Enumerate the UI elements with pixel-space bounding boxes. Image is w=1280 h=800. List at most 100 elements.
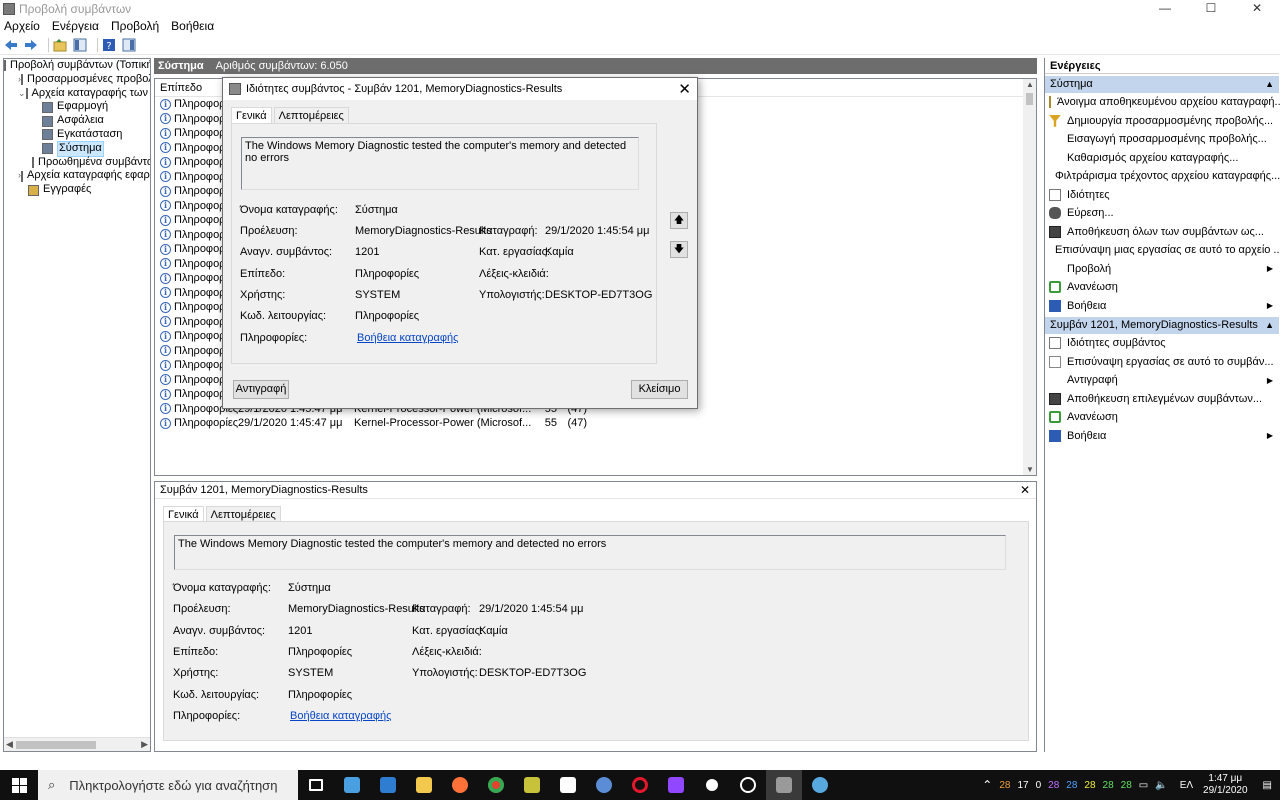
tree-item[interactable]: › Αρχεία καταγραφής εφαρμ (4, 169, 150, 183)
tray-number-1[interactable]: 28 (999, 780, 1010, 791)
close-button[interactable]: Κλείσιμο (631, 380, 688, 399)
back-arrow-icon[interactable] (4, 38, 18, 52)
maximize-button[interactable]: ☐ (1188, 0, 1234, 17)
actions-section-log[interactable]: Σύστημα ▲ (1045, 76, 1279, 93)
collapse-icon[interactable]: ▲ (1265, 76, 1274, 93)
forward-arrow-icon[interactable] (24, 38, 38, 52)
dialog-tab-general[interactable]: Γενικά (231, 107, 272, 124)
menu-help[interactable]: Βοήθεια (171, 19, 214, 33)
tree-item[interactable]: Εγγραφές (4, 183, 150, 197)
tray-chevron-icon[interactable]: ⌃ (982, 778, 992, 792)
opera-icon[interactable] (622, 770, 658, 800)
event-properties-icon (229, 83, 241, 95)
action-item[interactable]: Ανανέωση (1045, 278, 1279, 297)
event-level: Πληροφορί (174, 330, 228, 343)
event-log-help-link[interactable]: Βοήθεια καταγραφής (290, 710, 391, 722)
action-item[interactable]: Επισύναψη μιας εργασίας σε αυτό το αρχεί… (1045, 241, 1280, 260)
speedometer-icon[interactable] (730, 770, 766, 800)
dialog-log-name-value: Σύστημα (355, 204, 398, 216)
tree-item[interactable]: ⌄ Αρχεία καταγραφής των Wi (4, 87, 150, 101)
menu-action[interactable]: Ενέργεια (52, 19, 99, 33)
dialog-tab-details[interactable]: Λεπτομέρειες (273, 107, 349, 124)
brightness-icon[interactable] (694, 770, 730, 800)
action-item[interactable]: Επισύναψη εργασίας σε αυτό το συμβάν... (1045, 353, 1279, 372)
previous-event-button[interactable]: 🡅 (670, 212, 688, 229)
action-item[interactable]: Ιδιότητες (1045, 186, 1279, 205)
event-row[interactable]: iΠληροφορίες29/1/2020 1:45:47 μμ Kernel-P… (155, 416, 1036, 431)
language-indicator[interactable]: ΕΛ (1180, 780, 1193, 791)
dialog-event-log-help-link[interactable]: Βοήθεια καταγραφής (357, 332, 458, 344)
up-folder-icon[interactable] (53, 38, 67, 52)
tray-number-4[interactable]: 28 (1048, 780, 1059, 791)
qbittorrent-icon[interactable] (586, 770, 622, 800)
tray-number-8[interactable]: 28 (1121, 780, 1132, 791)
action-item[interactable]: Εύρεση... (1045, 204, 1279, 223)
twitch-icon[interactable] (658, 770, 694, 800)
action-item[interactable]: Βοήθεια ▶ (1045, 297, 1279, 316)
store-app-icon[interactable] (370, 770, 406, 800)
minimize-button[interactable]: — (1142, 0, 1188, 17)
tree-item[interactable]: Προβολή συμβάντων (Τοπική) (4, 59, 150, 73)
copy-button[interactable]: Αντιγραφή (233, 380, 289, 399)
next-event-button[interactable]: 🡇 (670, 241, 688, 258)
tree-item[interactable]: Εφαρμογή (4, 100, 150, 114)
tree-horizontal-scrollbar[interactable]: ◀ ▶ (4, 737, 150, 751)
tray-number-7[interactable]: 28 (1103, 780, 1114, 791)
show-hide-action-pane-icon[interactable] (122, 38, 136, 52)
action-item[interactable]: Ιδιότητες συμβάντος (1045, 334, 1279, 353)
dialog-close-icon[interactable]: ✕ (678, 80, 691, 98)
tree-item[interactable]: Σύστημα (4, 140, 150, 157)
action-item[interactable]: Ανανέωση (1045, 408, 1279, 427)
action-item[interactable]: Φιλτράρισμα τρέχοντος αρχείου καταγραφής… (1045, 167, 1280, 186)
chrome-icon[interactable] (478, 770, 514, 800)
tray-number-3[interactable]: 0 (1036, 780, 1042, 791)
dialog-level-value: Πληροφορίες (355, 268, 420, 280)
task-view-icon[interactable] (298, 770, 334, 800)
preview-close-icon[interactable]: ✕ (1020, 483, 1030, 497)
action-item[interactable]: Βοήθεια ▶ (1045, 427, 1279, 446)
action-item[interactable]: Αποθήκευση όλων των συμβάντων ως... (1045, 223, 1279, 242)
close-window-button[interactable]: ✕ (1234, 0, 1280, 17)
event-viewer-taskbar-icon[interactable] (766, 770, 802, 800)
actions-section-event[interactable]: Συμβάν 1201, MemoryDiagnostics-Results ▲ (1045, 317, 1279, 334)
action-item[interactable]: Εισαγωγή προσαρμοσμένης προβολής... (1045, 130, 1279, 149)
action-item[interactable]: Καθαρισμός αρχείου καταγραφής... (1045, 149, 1279, 168)
action-item[interactable]: Δημιουργία προσαρμοσμένης προβολής... (1045, 112, 1279, 131)
desktop-app-icon[interactable] (334, 770, 370, 800)
media-app-icon[interactable] (514, 770, 550, 800)
file-explorer-icon[interactable] (406, 770, 442, 800)
start-button[interactable] (0, 770, 38, 800)
action-item[interactable]: Αποθήκευση επιλεγμένων συμβάντων... (1045, 390, 1279, 409)
menu-file[interactable]: Αρχείο (4, 19, 40, 33)
computer-value: DESKTOP-ED7T3OG (479, 667, 587, 679)
action-item[interactable]: Άνοιγμα αποθηκευμένου αρχείου καταγραφή.… (1045, 93, 1280, 112)
firefox-icon[interactable] (442, 770, 478, 800)
taskbar-search[interactable]: ⌕ Πληκτρολογήστε εδώ για αναζήτηση (38, 770, 298, 800)
show-hide-tree-icon[interactable] (73, 38, 87, 52)
tree-item[interactable]: › Προσαρμοσμένες προβολές (4, 73, 150, 87)
tray-number-6[interactable]: 28 (1084, 780, 1095, 791)
network-icon[interactable]: ▭ (1139, 780, 1148, 791)
tray-number-5[interactable]: 28 (1066, 780, 1077, 791)
event-level: Πληροφορί (174, 344, 228, 357)
tree-item[interactable]: Εγκατάσταση (4, 128, 150, 142)
action-item[interactable]: Αντιγραφή ▶ (1045, 371, 1279, 390)
tray-number-2[interactable]: 17 (1017, 780, 1028, 791)
event-list-scrollbar[interactable]: ▲ ▼ (1023, 79, 1036, 475)
clock[interactable]: 1:47 μμ 29/1/2020 (1203, 773, 1248, 797)
document-icon[interactable] (550, 770, 586, 800)
tree-item[interactable]: Προωθημένα συμβάντα (4, 156, 150, 170)
log-icon (25, 87, 28, 99)
tree-expander-icon[interactable]: ⌄ (18, 87, 26, 101)
collapse-icon[interactable]: ▲ (1265, 317, 1274, 334)
menu-view[interactable]: Προβολή (111, 19, 159, 33)
volume-icon[interactable]: 🔈 (1155, 780, 1167, 791)
computer-label: Υπολογιστής: (412, 667, 478, 679)
notifications-icon[interactable]: ▤ (1263, 780, 1272, 791)
tree-item-label: Εφαρμογή (57, 100, 109, 113)
action-item[interactable]: Προβολή ▶ (1045, 260, 1279, 279)
help-icon[interactable]: ? (102, 38, 116, 52)
tree-item[interactable]: Ασφάλεια (4, 114, 150, 128)
event-task: (47) (567, 417, 587, 430)
paint-icon[interactable] (802, 770, 838, 800)
